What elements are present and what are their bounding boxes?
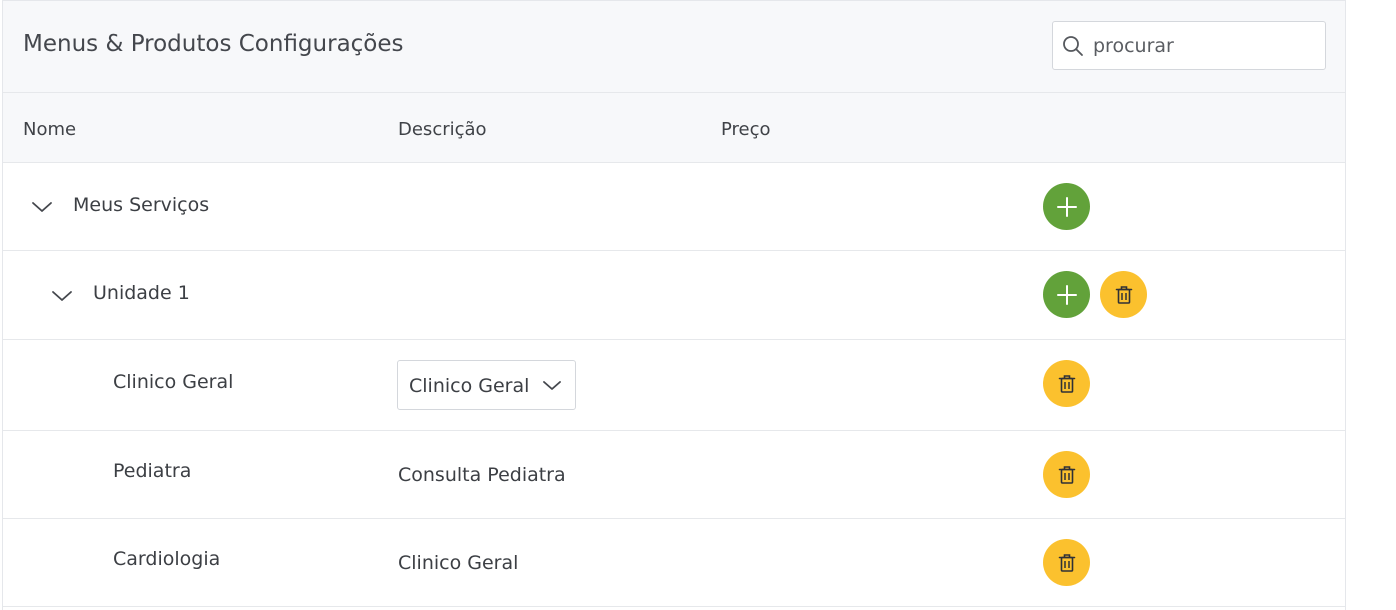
trash-icon bbox=[1058, 465, 1075, 484]
chevron-down-icon bbox=[543, 381, 561, 390]
description-select-value: Clinico Geral bbox=[409, 375, 530, 397]
page-title: Menus & Produtos Configurações bbox=[23, 31, 404, 57]
delete-button[interactable] bbox=[1043, 360, 1090, 407]
add-icon bbox=[1056, 196, 1077, 217]
menu-products-panel: Menus & Produtos Configurações Nome Desc… bbox=[2, 0, 1346, 610]
row-name: Cardiologia bbox=[113, 548, 221, 570]
table-row: Pediatra Consulta Pediatra bbox=[3, 431, 1345, 519]
row-description: Consulta Pediatra bbox=[398, 464, 566, 486]
row-name: Clinico Geral bbox=[113, 371, 234, 393]
search-input[interactable] bbox=[1093, 31, 1313, 61]
add-button[interactable] bbox=[1043, 183, 1090, 230]
delete-button[interactable] bbox=[1043, 451, 1090, 498]
description-select[interactable]: Clinico Geral bbox=[397, 360, 576, 410]
column-header-name: Nome bbox=[23, 119, 77, 140]
table-row: Cardiologia Clinico Geral bbox=[3, 519, 1345, 607]
row-name: Pediatra bbox=[113, 460, 192, 482]
column-header-price: Preço bbox=[721, 119, 771, 140]
table-header: Nome Descrição Preço bbox=[3, 93, 1345, 163]
chevron-down-icon[interactable] bbox=[31, 200, 53, 214]
row-name: Unidade 1 bbox=[93, 282, 190, 304]
table-row: Meus Serviços bbox=[3, 163, 1345, 251]
trash-icon bbox=[1115, 285, 1132, 304]
delete-button[interactable] bbox=[1100, 271, 1147, 318]
search-icon bbox=[1063, 36, 1083, 56]
trash-icon bbox=[1058, 553, 1075, 572]
row-name: Meus Serviços bbox=[73, 194, 210, 216]
delete-button[interactable] bbox=[1043, 539, 1090, 586]
add-button[interactable] bbox=[1043, 271, 1090, 318]
panel-header: Menus & Produtos Configurações bbox=[3, 1, 1345, 93]
add-icon bbox=[1056, 284, 1077, 305]
row-description: Clinico Geral bbox=[398, 552, 519, 574]
table-row: Unidade 1 bbox=[3, 251, 1345, 340]
table-row: Clinico Geral Clinico Geral bbox=[3, 340, 1345, 431]
chevron-down-icon[interactable] bbox=[51, 289, 73, 303]
trash-icon bbox=[1058, 374, 1075, 393]
search-box[interactable] bbox=[1052, 21, 1326, 70]
column-header-description: Descrição bbox=[398, 119, 487, 140]
